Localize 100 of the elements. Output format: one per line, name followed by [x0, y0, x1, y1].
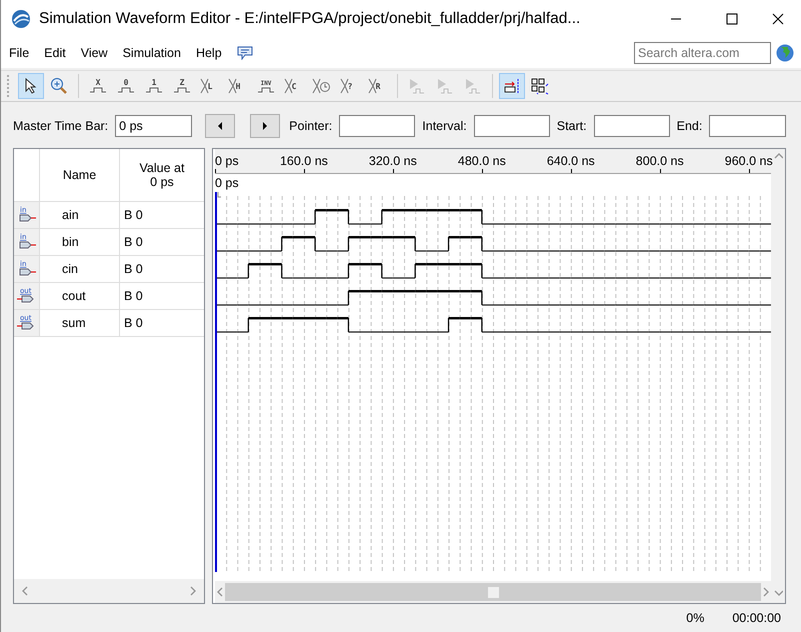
globe-icon[interactable] [775, 43, 795, 63]
toolbar-button[interactable]: H [225, 73, 251, 99]
zoom-icon [50, 77, 68, 95]
scroll-left-icon[interactable] [215, 586, 225, 598]
menu-item[interactable]: Help [196, 46, 222, 60]
field-label: Master Time Bar: [13, 119, 108, 133]
maximize-icon [726, 13, 738, 25]
time-label: 160.0 ns [280, 154, 328, 168]
run-icon [407, 77, 427, 95]
signal-value: B 0 [119, 283, 204, 309]
waveform-edge [481, 318, 482, 332]
window-title: Simulation Waveform Editor - E:/intelFPGA/project/onebit_fulladder/prj/halfad... [39, 10, 582, 28]
waveform-edge [481, 237, 482, 251]
toolbar-button[interactable]: Z [169, 73, 195, 99]
run-icon [463, 77, 483, 95]
field-label: Interval: [422, 119, 467, 133]
waveform-edge [314, 237, 316, 251]
tool-glyph: R [376, 82, 380, 91]
signal-value: B 0 [119, 229, 204, 255]
feedback-icon[interactable] [236, 46, 253, 60]
end-field[interactable] [709, 115, 786, 137]
menu-item[interactable]: Simulation [122, 46, 181, 60]
toolbar-button[interactable] [18, 73, 44, 99]
toolbar-button[interactable]: X [85, 73, 111, 99]
pointer-field[interactable] [339, 115, 416, 137]
tool-glyph: 0 [124, 78, 128, 87]
waveform-edge [248, 264, 249, 278]
field-label: Pointer: [289, 119, 332, 133]
waveform-edge [248, 318, 249, 332]
signal-name: bin [39, 229, 119, 255]
progress-text: 0% [686, 611, 704, 625]
waveform-edge [448, 237, 450, 251]
scroll-right-icon[interactable] [761, 586, 771, 598]
signal-name: sum [39, 310, 119, 336]
toolbar-button[interactable]: R [365, 73, 391, 99]
column-header: Name [39, 149, 119, 201]
menu-item[interactable]: Edit [44, 46, 66, 60]
tool-glyph: X [96, 78, 100, 87]
signal-value: B 0 [119, 202, 204, 228]
interval-field[interactable] [474, 115, 550, 137]
tool-glyph: L [208, 82, 212, 91]
tool-glyph: C [292, 82, 296, 91]
waveform-edge [281, 237, 282, 251]
time-label: 480.0 ns [458, 154, 506, 168]
search-field[interactable]: Search altera.com [634, 42, 771, 64]
waveform-edge [348, 291, 350, 305]
toolbar-button[interactable] [499, 73, 525, 99]
waveform-edge [481, 210, 482, 224]
waveform-edge [281, 264, 282, 278]
app-logo-icon [11, 9, 31, 29]
waveform-edge [414, 264, 416, 278]
waveform-edge [348, 264, 350, 278]
time-cursor-marker [218, 192, 222, 198]
waveform-edge [348, 210, 350, 224]
next-button[interactable] [250, 114, 280, 138]
signal-name: ain [39, 202, 119, 228]
toolbar-button[interactable]: 0 [113, 73, 139, 99]
time-label: 320.0 ns [368, 154, 417, 168]
toolbar-button[interactable]: ? [337, 73, 363, 99]
signal-value: B 0 [119, 256, 204, 282]
column-header: Value at 0 ps [119, 149, 204, 201]
toolbar-button[interactable]: L [197, 73, 223, 99]
time-label: 800.0 ns [636, 154, 684, 168]
signal-name: cin [39, 256, 119, 282]
waveform-edge [481, 291, 482, 305]
waveform-edge [381, 210, 382, 224]
clock-icon [312, 77, 332, 95]
waveform-edge [481, 264, 482, 278]
scroll-left-icon[interactable] [20, 585, 30, 597]
start-field[interactable] [594, 115, 670, 137]
pointer-icon [24, 78, 38, 94]
scroll-right-icon[interactable] [188, 585, 198, 597]
elapsed-time: 00:00:00 [732, 611, 781, 625]
tool-glyph: H [236, 82, 240, 91]
cursor-time-label: 0 ps [215, 176, 239, 190]
grid-icon [530, 77, 550, 95]
field-label: Start: [556, 119, 587, 133]
waveform-edge [448, 318, 450, 332]
right-triangle-icon [262, 122, 268, 130]
waveform-edge [348, 237, 350, 251]
time-label: 640.0 ns [546, 154, 595, 168]
toolbar-button[interactable]: 1 [141, 73, 167, 99]
close-icon [772, 13, 784, 25]
run-icon [435, 77, 455, 95]
field-label: End: [676, 119, 702, 133]
waveform-edge [381, 264, 382, 278]
scrollbar-thumb[interactable] [225, 583, 761, 601]
tool-glyph: Z [180, 78, 184, 87]
waveform-edge [348, 318, 350, 332]
waveform-edge [314, 210, 316, 224]
tool-glyph: 1 [152, 78, 156, 87]
left-triangle-icon [217, 122, 224, 130]
signal-value: B 0 [119, 310, 204, 336]
menu-item[interactable]: View [80, 46, 108, 60]
signal-name: cout [39, 283, 119, 309]
time-label: 0 ps [215, 154, 239, 168]
menu-item[interactable]: File [9, 46, 30, 60]
previous-button[interactable] [205, 114, 236, 138]
master-time-field[interactable]: 0 ps [115, 115, 192, 137]
toolbar-button[interactable]: C [281, 73, 307, 99]
